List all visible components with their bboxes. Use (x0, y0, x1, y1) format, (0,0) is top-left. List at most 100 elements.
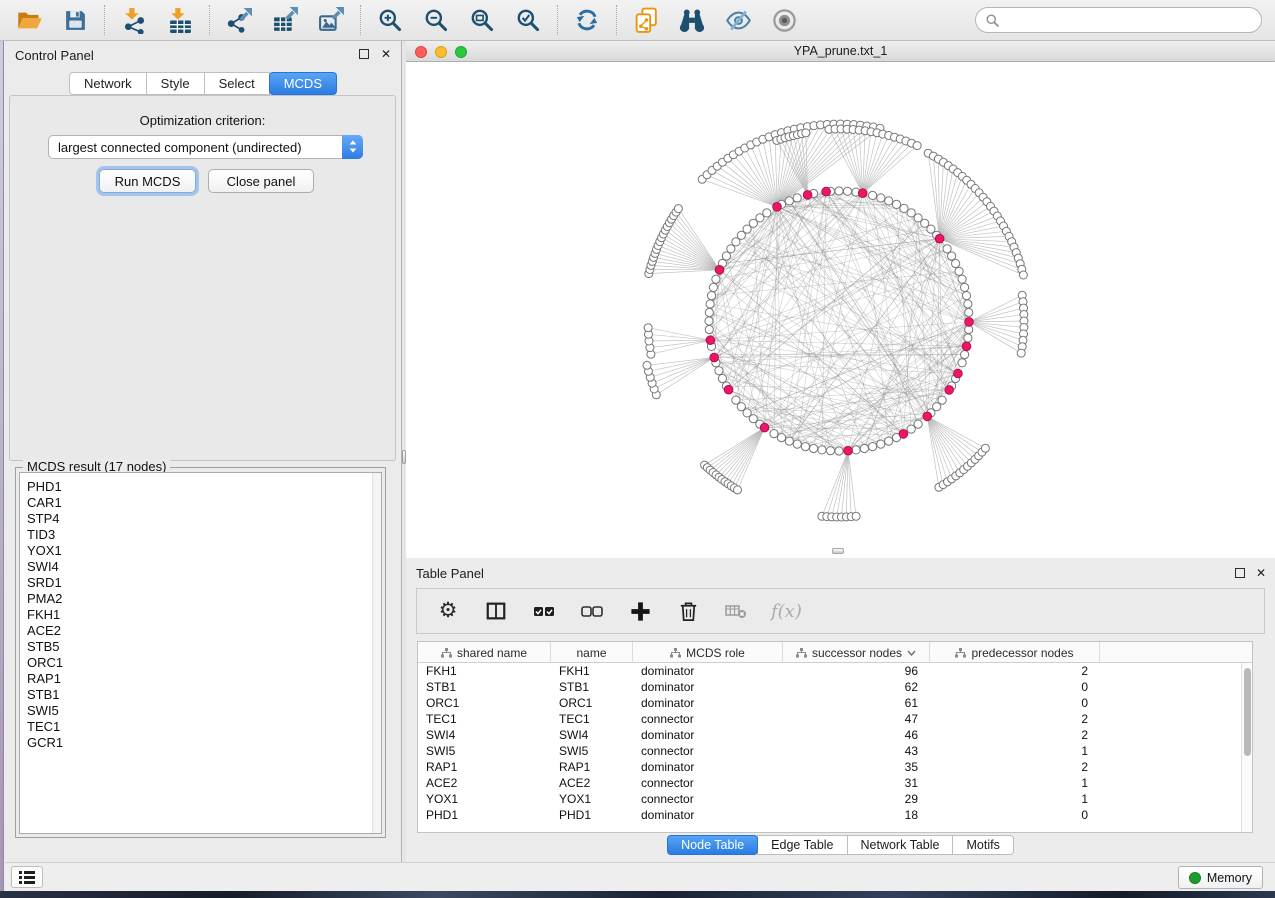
float-window-icon[interactable] (359, 49, 369, 59)
delete-column-icon[interactable] (675, 598, 701, 624)
network-canvas[interactable] (406, 62, 1275, 558)
mcds-result-item[interactable]: SRD1 (27, 575, 381, 591)
table-body: FKH1FKH1dominator962STB1STB1dominator620… (418, 663, 1241, 832)
import-table-icon[interactable] (165, 5, 195, 35)
task-history-button[interactable] (11, 866, 43, 888)
cell-MCDS-role: dominator (633, 759, 783, 775)
zoom-in-icon[interactable] (375, 5, 405, 35)
table-row[interactable]: SWI4SWI4dominator462 (418, 727, 1241, 743)
close-panel-icon[interactable]: ✕ (381, 47, 391, 61)
show-columns-icon[interactable] (483, 598, 509, 624)
table-row[interactable]: RAP1RAP1dominator352 (418, 759, 1241, 775)
export-image-icon[interactable] (316, 5, 346, 35)
cell-shared-name: SWI5 (418, 743, 551, 759)
cell-name: ORC1 (551, 695, 633, 711)
column-header-predecessor-nodes[interactable]: predecessor nodes (930, 642, 1100, 663)
mcds-result-item[interactable]: STB1 (27, 687, 381, 703)
mcds-result-item[interactable]: RAP1 (27, 671, 381, 687)
cell-MCDS-role: dominator (633, 727, 783, 743)
tab-select[interactable]: Select (204, 72, 270, 95)
hide-graphics-details-icon[interactable] (723, 5, 753, 35)
float-table-panel-icon[interactable] (1235, 568, 1245, 578)
mcds-result-item[interactable]: FKH1 (27, 607, 381, 623)
cell-name: SWI5 (551, 743, 633, 759)
cell-name: STB1 (551, 679, 633, 695)
mcds-result-item[interactable]: STB5 (27, 639, 381, 655)
table-row[interactable]: ORC1ORC1dominator610 (418, 695, 1241, 711)
table-scrollbar-thumb[interactable] (1244, 668, 1251, 756)
cell-shared-name: TEC1 (418, 711, 551, 727)
cell-MCDS-role: dominator (633, 679, 783, 695)
zoom-fit-icon[interactable] (467, 5, 497, 35)
table-settings-gear-icon[interactable]: ⚙ (435, 598, 461, 624)
memory-button[interactable]: Memory (1178, 866, 1263, 889)
close-table-panel-icon[interactable]: ✕ (1256, 566, 1266, 580)
tab-edge-table[interactable]: Edge Table (757, 835, 847, 855)
table-row[interactable]: PHD1PHD1dominator180 (418, 807, 1241, 823)
table-row[interactable]: SWI5SWI5connector431 (418, 743, 1241, 759)
cell-name: TEC1 (551, 711, 633, 727)
column-header-name[interactable]: name (551, 642, 633, 663)
search-network-icon[interactable] (677, 5, 707, 35)
mcds-result-item[interactable]: GCR1 (27, 735, 381, 751)
network-snapshot-icon[interactable] (631, 5, 661, 35)
criterion-dropdown[interactable]: largest connected component (undirected) (48, 135, 363, 159)
select-all-rows-icon[interactable] (531, 598, 557, 624)
export-network-icon[interactable] (224, 5, 254, 35)
mcds-result-item[interactable]: TEC1 (27, 719, 381, 735)
column-header-MCDS-role[interactable]: MCDS role (633, 642, 783, 663)
show-graphics-details-icon[interactable] (769, 5, 799, 35)
criterion-label: Optimization criterion: (10, 113, 395, 128)
cell-successor-nodes: 47 (783, 711, 930, 727)
table-row[interactable]: TEC1TEC1connector472 (418, 711, 1241, 727)
zoom-out-icon[interactable] (421, 5, 451, 35)
mcds-result-item[interactable]: SWI5 (27, 703, 381, 719)
table-panel-header: Table Panel ✕ (406, 558, 1275, 586)
tab-node-table[interactable]: Node Table (667, 835, 758, 855)
table-row[interactable]: YOX1YOX1connector291 (418, 791, 1241, 807)
tab-network-table[interactable]: Network Table (847, 835, 954, 855)
result-list-scrollbar[interactable] (372, 473, 381, 833)
tab-motifs[interactable]: Motifs (952, 835, 1013, 855)
run-mcds-button[interactable]: Run MCDS (99, 169, 196, 193)
table-scrollbar[interactable] (1241, 663, 1252, 832)
mcds-result-item[interactable]: CAR1 (27, 495, 381, 511)
export-table-icon[interactable] (270, 5, 300, 35)
close-panel-button[interactable]: Close panel (208, 169, 314, 193)
control-panel: Control Panel ✕ NetworkStyleSelectMCDS O… (5, 41, 401, 862)
table-row[interactable]: STB1STB1dominator620 (418, 679, 1241, 695)
table-row[interactable]: ACE2ACE2connector311 (418, 775, 1241, 791)
mcds-result-item[interactable]: PMA2 (27, 591, 381, 607)
mcds-result-item[interactable]: SWI4 (27, 559, 381, 575)
deselect-all-rows-icon[interactable] (579, 598, 605, 624)
save-icon[interactable] (60, 5, 90, 35)
column-header-successor-nodes[interactable]: successor nodes (783, 642, 930, 663)
table-row[interactable]: FKH1FKH1dominator962 (418, 663, 1241, 679)
add-column-icon[interactable] (627, 598, 653, 624)
search-input[interactable] (1006, 10, 1251, 30)
cell-MCDS-role: dominator (633, 807, 783, 823)
cell-name: RAP1 (551, 759, 633, 775)
mcds-result-item[interactable]: ACE2 (27, 623, 381, 639)
horizontal-splitter-knob[interactable] (832, 548, 844, 554)
mcds-result-item[interactable]: TID3 (27, 527, 381, 543)
open-folder-icon[interactable] (14, 5, 44, 35)
tab-mcds[interactable]: MCDS (269, 72, 337, 95)
network-graph[interactable] (406, 62, 1275, 558)
zoom-selected-icon[interactable] (513, 5, 543, 35)
mcds-result-item[interactable]: STP4 (27, 511, 381, 527)
tab-style[interactable]: Style (146, 72, 205, 95)
column-header-shared-name[interactable]: shared name (418, 642, 551, 663)
mcds-result-item[interactable]: YOX1 (27, 543, 381, 559)
mcds-tab-content: Optimization criterion: largest connecte… (9, 95, 396, 461)
import-network-icon[interactable] (119, 5, 149, 35)
refresh-icon[interactable] (572, 5, 602, 35)
cell-name: SWI4 (551, 727, 633, 743)
mcds-result-list[interactable]: PHD1CAR1STP4TID3YOX1SWI4SRD1PMA2FKH1ACE2… (19, 472, 382, 834)
cell-predecessor-nodes: 2 (930, 727, 1100, 743)
tab-network[interactable]: Network (69, 72, 147, 95)
mcds-result-item[interactable]: ORC1 (27, 655, 381, 671)
table-panel-tabs: Node TableEdge TableNetwork TableMotifs (406, 835, 1275, 855)
status-bar: Memory (5, 862, 1275, 891)
mcds-result-item[interactable]: PHD1 (27, 479, 381, 495)
